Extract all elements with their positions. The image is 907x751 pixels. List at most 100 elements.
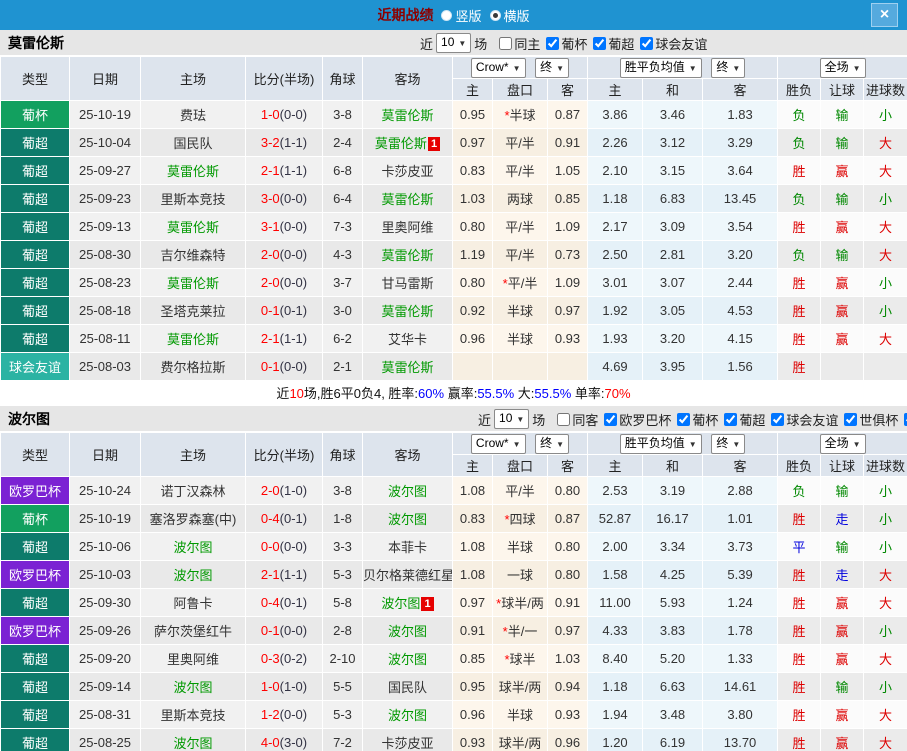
- layout-radio-horizontal[interactable]: 横版: [489, 6, 530, 25]
- checkbox-icon[interactable]: [604, 412, 618, 426]
- radio-icon[interactable]: [441, 9, 453, 21]
- avg-away-odds: 13.70: [702, 728, 779, 751]
- odds-away: 0.80: [546, 560, 589, 589]
- avg-home-odds: 8.40: [587, 644, 644, 673]
- odds-handicap: 平/半: [492, 212, 548, 241]
- col-home: 主场: [140, 432, 246, 477]
- radio-checked-icon[interactable]: [489, 9, 501, 21]
- filter-checkbox[interactable]: 葡杯: [673, 410, 718, 429]
- result-handicap: [820, 352, 865, 381]
- result-goals: 大: [863, 560, 907, 589]
- filter-checkbox[interactable]: 葡超: [589, 34, 634, 53]
- checkbox-icon[interactable]: [499, 36, 513, 50]
- crow-select[interactable]: Crow* ▼: [470, 433, 526, 454]
- competition-type: 葡超: [0, 156, 70, 185]
- subcol-avg-win: 主: [587, 78, 644, 101]
- recent-count-select[interactable]: 10 ▼: [436, 33, 472, 53]
- subcol-wdl: 胜负: [777, 78, 822, 101]
- avg-select[interactable]: 胜平负均值 ▼: [619, 433, 702, 454]
- col-score: 比分(半场): [245, 56, 323, 101]
- col-corners: 角球: [322, 56, 363, 101]
- filter-checkbox[interactable]: 葡联杯: [900, 410, 907, 429]
- filter-label: 葡杯: [692, 412, 719, 428]
- filter-checkbox[interactable]: 球会友谊: [767, 410, 838, 429]
- avg-away-odds: 1.78: [702, 616, 779, 645]
- competition-type: 葡超: [0, 212, 70, 241]
- result-outcome: 胜: [777, 560, 822, 589]
- checkbox-icon[interactable]: [546, 36, 560, 50]
- avg-home-odds: 4.69: [587, 352, 644, 381]
- checkbox-icon[interactable]: [677, 412, 691, 426]
- close-icon[interactable]: ×: [871, 3, 898, 27]
- home-team: 波尔图: [140, 728, 246, 751]
- filter-checkbox[interactable]: 同客: [547, 410, 598, 429]
- score-halftime: 1-2(0-0): [245, 700, 323, 729]
- corners: 2-8: [322, 616, 363, 645]
- avg-away-odds: 5.39: [702, 560, 779, 589]
- recent-count-select[interactable]: 10 ▼: [494, 409, 530, 429]
- competition-type: 葡超: [0, 644, 70, 673]
- fullmatch-select[interactable]: 全场 ▼: [819, 433, 866, 454]
- away-team: 波尔图: [362, 476, 453, 505]
- avg-draw-odds: 16.17: [642, 504, 704, 533]
- col-away: 客场: [362, 56, 453, 101]
- away-team: 甘马雷斯: [362, 268, 453, 297]
- result-handicap: 赢: [820, 700, 865, 729]
- subcol-goals: 进球数: [863, 78, 907, 101]
- section-controls: 近 10 ▼ 场 同主 葡杯 葡超 球会友谊: [420, 30, 707, 56]
- table-row: 葡超 25-09-23 里斯本竞技 3-0(0-0) 6-4 莫雷伦斯 1.03…: [0, 184, 907, 213]
- table-row: 葡超 25-10-04 国民队 3-2(1-1) 2-4 莫雷伦斯 1 0.97 …: [0, 128, 907, 157]
- page-title: 近期战绩: [377, 7, 434, 23]
- avg-draw-odds: 5.93: [642, 588, 704, 617]
- match-date: 25-10-24: [69, 476, 141, 505]
- checkbox-icon[interactable]: [593, 36, 607, 50]
- home-team: 莫雷伦斯: [140, 324, 246, 353]
- competition-type: 葡超: [0, 728, 70, 751]
- chevron-down-icon: ▼: [732, 439, 741, 449]
- checkbox-icon[interactable]: [557, 412, 571, 426]
- odds-handicap: 两球: [492, 184, 548, 213]
- final-select[interactable]: 终 ▼: [535, 433, 570, 454]
- result-goals: 小: [863, 616, 907, 645]
- filter-checkbox[interactable]: 同主: [489, 34, 540, 53]
- filter-label: 球会友谊: [655, 36, 708, 52]
- final-select[interactable]: 终 ▼: [535, 57, 570, 78]
- odds-handicap: 球半/两: [492, 672, 548, 701]
- final-select[interactable]: 终 ▼: [711, 433, 746, 454]
- result-outcome: 胜: [777, 588, 822, 617]
- col-away: 客场: [362, 432, 453, 477]
- checkbox-icon[interactable]: [640, 36, 654, 50]
- filter-checkbox[interactable]: 球会友谊: [636, 34, 707, 53]
- checkbox-icon[interactable]: [771, 412, 785, 426]
- subcol-handicap-result: 让球: [820, 78, 865, 101]
- odds-handicap: *半球: [492, 100, 548, 129]
- result-outcome: 胜: [777, 672, 822, 701]
- odds-handicap: 平/半: [492, 128, 548, 157]
- filter-group: 同主 葡杯 葡超 球会友谊: [487, 34, 707, 53]
- layout-radio-vertical[interactable]: 竖版: [441, 6, 482, 25]
- fullmatch-select[interactable]: 全场 ▼: [819, 57, 866, 78]
- corners: 6-8: [322, 156, 363, 185]
- filter-checkbox[interactable]: 世俱杯: [840, 410, 898, 429]
- result-goals: 大: [863, 156, 907, 185]
- avg-home-odds: 2.26: [587, 128, 644, 157]
- crow-select[interactable]: Crow* ▼: [470, 57, 526, 78]
- result-handicap: 输: [820, 184, 865, 213]
- odds-home: 0.80: [452, 268, 493, 297]
- corners: 5-5: [322, 672, 363, 701]
- away-team: 莫雷伦斯: [362, 184, 453, 213]
- score-halftime: 0-4(0-1): [245, 504, 323, 533]
- summary-segment: 10: [289, 386, 304, 401]
- result-outcome: 负: [777, 476, 822, 505]
- avg-home-odds: 2.10: [587, 156, 644, 185]
- filter-checkbox[interactable]: 葡杯: [542, 34, 587, 53]
- filter-checkbox[interactable]: 欧罗巴杯: [600, 410, 671, 429]
- checkbox-icon[interactable]: [724, 412, 738, 426]
- filter-checkbox[interactable]: 葡超: [720, 410, 765, 429]
- final-select[interactable]: 终 ▼: [711, 57, 746, 78]
- odds-home: 1.08: [452, 532, 493, 561]
- summary-segment: 55.5%: [534, 386, 572, 401]
- summary-segment: 70%: [604, 386, 631, 401]
- avg-select[interactable]: 胜平负均值 ▼: [619, 57, 702, 78]
- checkbox-icon[interactable]: [844, 412, 858, 426]
